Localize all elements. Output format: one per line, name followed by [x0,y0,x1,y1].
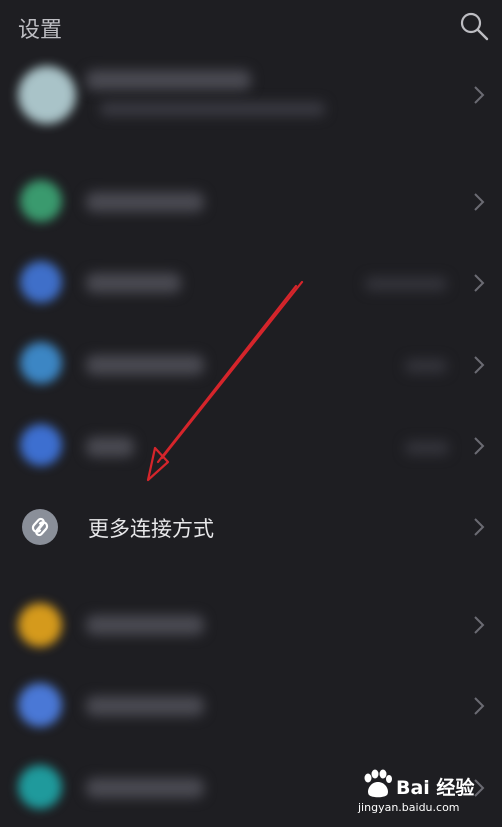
settings-item-more-connections[interactable]: 更多连接方式 [0,487,502,567]
top-bar: 设置 [0,0,502,56]
item-label-blurred [86,615,204,635]
item-label-blurred [86,778,204,798]
settings-item-1[interactable] [0,162,502,242]
page-title: 设置 [18,18,63,43]
item-icon [20,261,62,303]
chevron-right-icon [474,274,485,292]
avatar [18,66,76,124]
chevron-right-icon [474,616,485,634]
settings-item-6[interactable] [0,585,502,665]
item-value-blurred [405,359,447,373]
settings-item-7[interactable] [0,665,502,745]
item-label-blurred [86,696,204,716]
item-icon [20,180,62,222]
profile-name-blurred [86,70,251,90]
item-icon [18,765,62,809]
settings-item-4[interactable] [0,404,502,484]
item-icon [18,683,62,727]
chevron-right-icon [474,437,485,455]
profile-row[interactable] [0,52,502,142]
chevron-right-icon [474,697,485,715]
settings-item-2[interactable] [0,243,502,323]
chevron-right-icon [474,193,485,211]
paw-icon [364,769,392,798]
chevron-right-icon [474,86,485,104]
item-icon [18,603,62,647]
item-value-blurred [405,441,449,455]
more-connections-label: 更多连接方式 [88,517,214,541]
chevron-right-icon [474,356,485,374]
settings-item-3[interactable] [0,323,502,403]
item-label-blurred [86,192,204,212]
profile-sub-blurred [100,102,325,116]
item-value-blurred [365,277,447,291]
watermark-brand: Bai 经验 [396,777,475,799]
item-icon [20,342,62,384]
item-label-blurred [86,273,181,293]
chevron-right-icon [474,518,485,536]
link-icon [22,509,58,545]
baidu-watermark: Bai 经验 jingyan.baidu.com [358,769,488,819]
search-icon[interactable] [458,10,490,42]
item-icon [20,424,62,466]
item-label-blurred [86,437,134,457]
item-label-blurred [86,355,204,375]
watermark-url: jingyan.baidu.com [358,801,460,814]
